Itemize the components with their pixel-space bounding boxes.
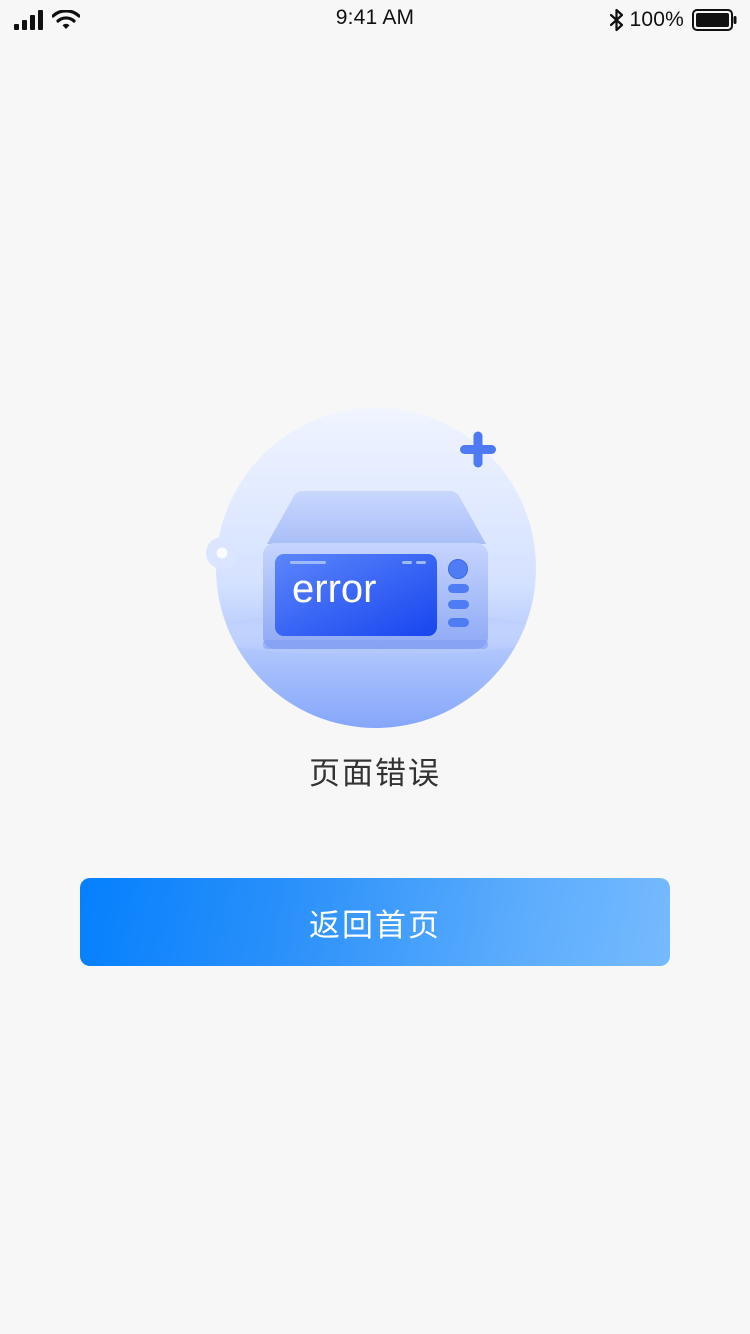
error-device-illustration: error — [206, 408, 536, 728]
bluetooth-icon — [610, 8, 624, 32]
status-right: 100% — [609, 7, 738, 33]
back-home-button-label: 返回首页 — [309, 907, 441, 943]
status-bar: 9:41 AM 100% — [0, 0, 750, 40]
error-message: 页面错误 — [309, 756, 441, 791]
back-home-button[interactable]: 返回首页 — [80, 878, 670, 966]
battery-icon — [692, 9, 737, 31]
battery-percentage: 100% — [629, 8, 684, 31]
screen-error-text: error — [292, 567, 376, 611]
error-illustration: error — [200, 400, 550, 740]
